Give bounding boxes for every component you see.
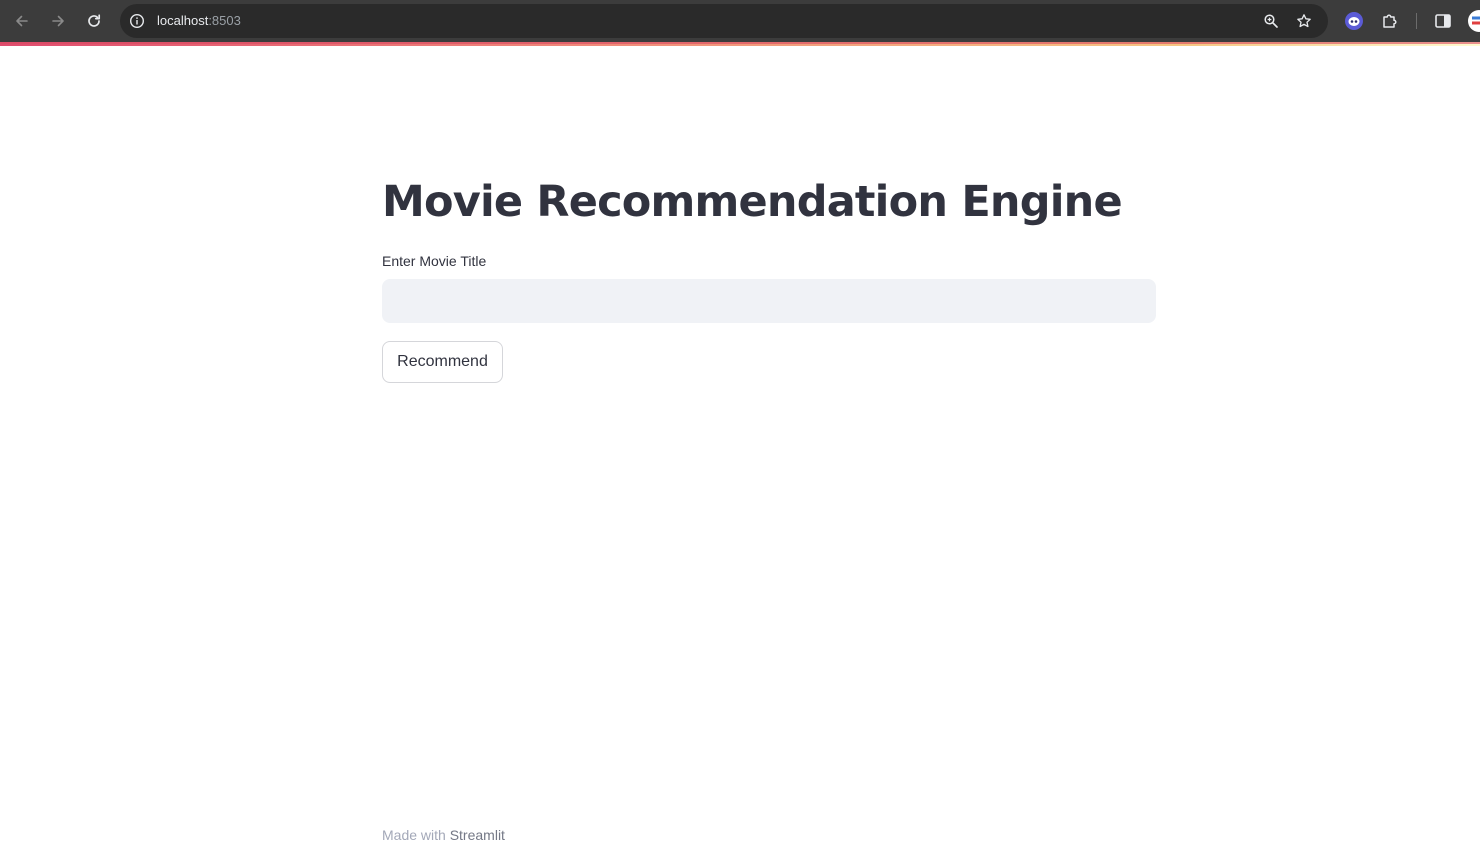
back-arrow-icon [16, 15, 28, 27]
app-main-container: Movie Recommendation Engine Enter Movie … [382, 46, 1156, 858]
reload-icon [88, 14, 101, 27]
footer: Made with Streamlit [382, 826, 505, 844]
browser-toolbar: localhost:8503 [0, 0, 1480, 42]
page-title: Movie Recommendation Engine [382, 177, 1123, 227]
url-host: localhost [157, 13, 209, 28]
footer-prefix: Made with [382, 827, 446, 843]
reload-button[interactable] [82, 9, 106, 33]
toolbar-separator [1416, 13, 1417, 29]
extension-ghost-icon[interactable] [1344, 11, 1364, 31]
back-button[interactable] [10, 9, 34, 33]
address-bar[interactable]: localhost:8503 [120, 4, 1328, 38]
forward-arrow-icon [52, 15, 64, 27]
side-panel-icon[interactable] [1433, 11, 1453, 31]
movie-title-input[interactable] [382, 279, 1156, 323]
site-info-icon[interactable] [129, 13, 145, 29]
zoom-icon[interactable] [1263, 13, 1279, 29]
forward-button[interactable] [46, 9, 70, 33]
extensions-puzzle-icon[interactable] [1380, 11, 1400, 31]
profile-avatar-icon[interactable] [1468, 10, 1480, 32]
movie-title-label: Enter Movie Title [382, 253, 487, 269]
recommend-button[interactable]: Recommend [382, 341, 503, 383]
url-port: :8503 [208, 13, 241, 28]
bookmark-star-icon[interactable] [1296, 13, 1312, 29]
streamlit-link[interactable]: Streamlit [450, 827, 505, 843]
address-url[interactable]: localhost:8503 [157, 13, 241, 29]
